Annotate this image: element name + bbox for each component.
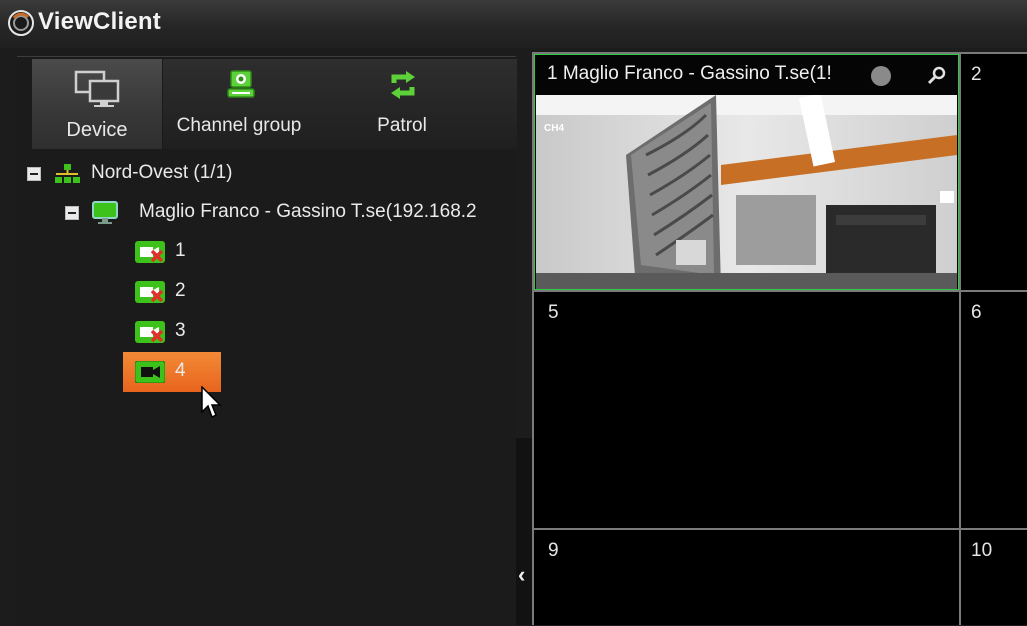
tree-node-device[interactable]: Maglio Franco - Gassino T.se(192.168.2: [65, 196, 515, 230]
video-cell-title-bar: 1 Maglio Franco - Gassino T.se(1!: [535, 55, 958, 95]
tree-node-region[interactable]: Nord-Ovest (1/1): [27, 157, 507, 191]
video-cell-6[interactable]: 6: [961, 292, 1027, 528]
camera-osd-label: CH4: [544, 123, 565, 134]
channel-group-icon: [227, 70, 255, 98]
channel-label: 1: [175, 240, 186, 261]
monitor-icon: [92, 201, 118, 224]
video-cell-9[interactable]: 9: [534, 530, 959, 625]
record-indicator-icon[interactable]: [871, 66, 891, 86]
cell-number: 6: [971, 302, 982, 323]
tab-patrol[interactable]: Patrol: [332, 59, 472, 149]
tab-patrol-label: Patrol: [377, 115, 427, 136]
tree-node-channel-1[interactable]: 1: [135, 235, 215, 269]
video-cell-10[interactable]: 10: [961, 530, 1027, 625]
cell-number: 9: [548, 540, 559, 561]
camera-offline-icon: [135, 241, 165, 263]
tab-device[interactable]: Device: [32, 59, 163, 149]
collapse-icon[interactable]: [65, 206, 79, 220]
tab-channel-group[interactable]: Channel group: [164, 59, 314, 149]
collapse-icon[interactable]: [27, 167, 41, 181]
title-bar: ViewClient: [0, 0, 1027, 48]
camera-icon: [135, 361, 165, 383]
tree-node-channel-2[interactable]: 2: [135, 275, 215, 309]
refresh-icon: [391, 71, 415, 99]
camera-video-feed[interactable]: CH4: [536, 95, 957, 289]
panel-collapse-handle[interactable]: ‹: [516, 438, 532, 625]
video-cell-2[interactable]: 2: [961, 54, 1027, 290]
tab-device-label: Device: [66, 119, 128, 141]
app-logo-icon: [8, 10, 34, 36]
channel-label: 3: [175, 320, 186, 341]
mouse-cursor-icon: [201, 386, 222, 419]
panel-tabs: Device Channel group Patrol: [32, 59, 517, 149]
camera-offline-icon: [135, 281, 165, 303]
camera-frame-image: [536, 95, 957, 289]
channel-label: 4: [175, 360, 186, 381]
zoom-icon[interactable]: [925, 65, 947, 87]
network-icon: [55, 164, 80, 183]
video-cell-title: 1 Maglio Franco - Gassino T.se(1!: [547, 63, 832, 84]
video-cell-5[interactable]: 5: [534, 292, 959, 528]
tree-node-region-label: Nord-Ovest (1/1): [91, 162, 233, 183]
tree-node-device-label: Maglio Franco - Gassino T.se(192.168.2: [139, 201, 477, 222]
tree-node-channel-3[interactable]: 3: [135, 315, 215, 349]
tab-channel-group-label: Channel group: [176, 115, 302, 136]
video-grid: 1 Maglio Franco - Gassino T.se(1! CH4 2 …: [532, 52, 1027, 625]
cell-number: 2: [971, 64, 982, 85]
device-panel: Device Channel group Patrol Nord-Ovest (…: [17, 56, 517, 626]
monitor-icon: [74, 70, 120, 107]
cell-number: 5: [548, 302, 559, 323]
app-title: ViewClient: [38, 8, 161, 35]
chevron-left-icon[interactable]: ‹: [518, 562, 525, 588]
channel-label: 2: [175, 280, 186, 301]
camera-offline-icon: [135, 321, 165, 343]
cell-number: 10: [971, 540, 993, 561]
video-cell-1[interactable]: 1 Maglio Franco - Gassino T.se(1! CH4: [534, 54, 959, 290]
